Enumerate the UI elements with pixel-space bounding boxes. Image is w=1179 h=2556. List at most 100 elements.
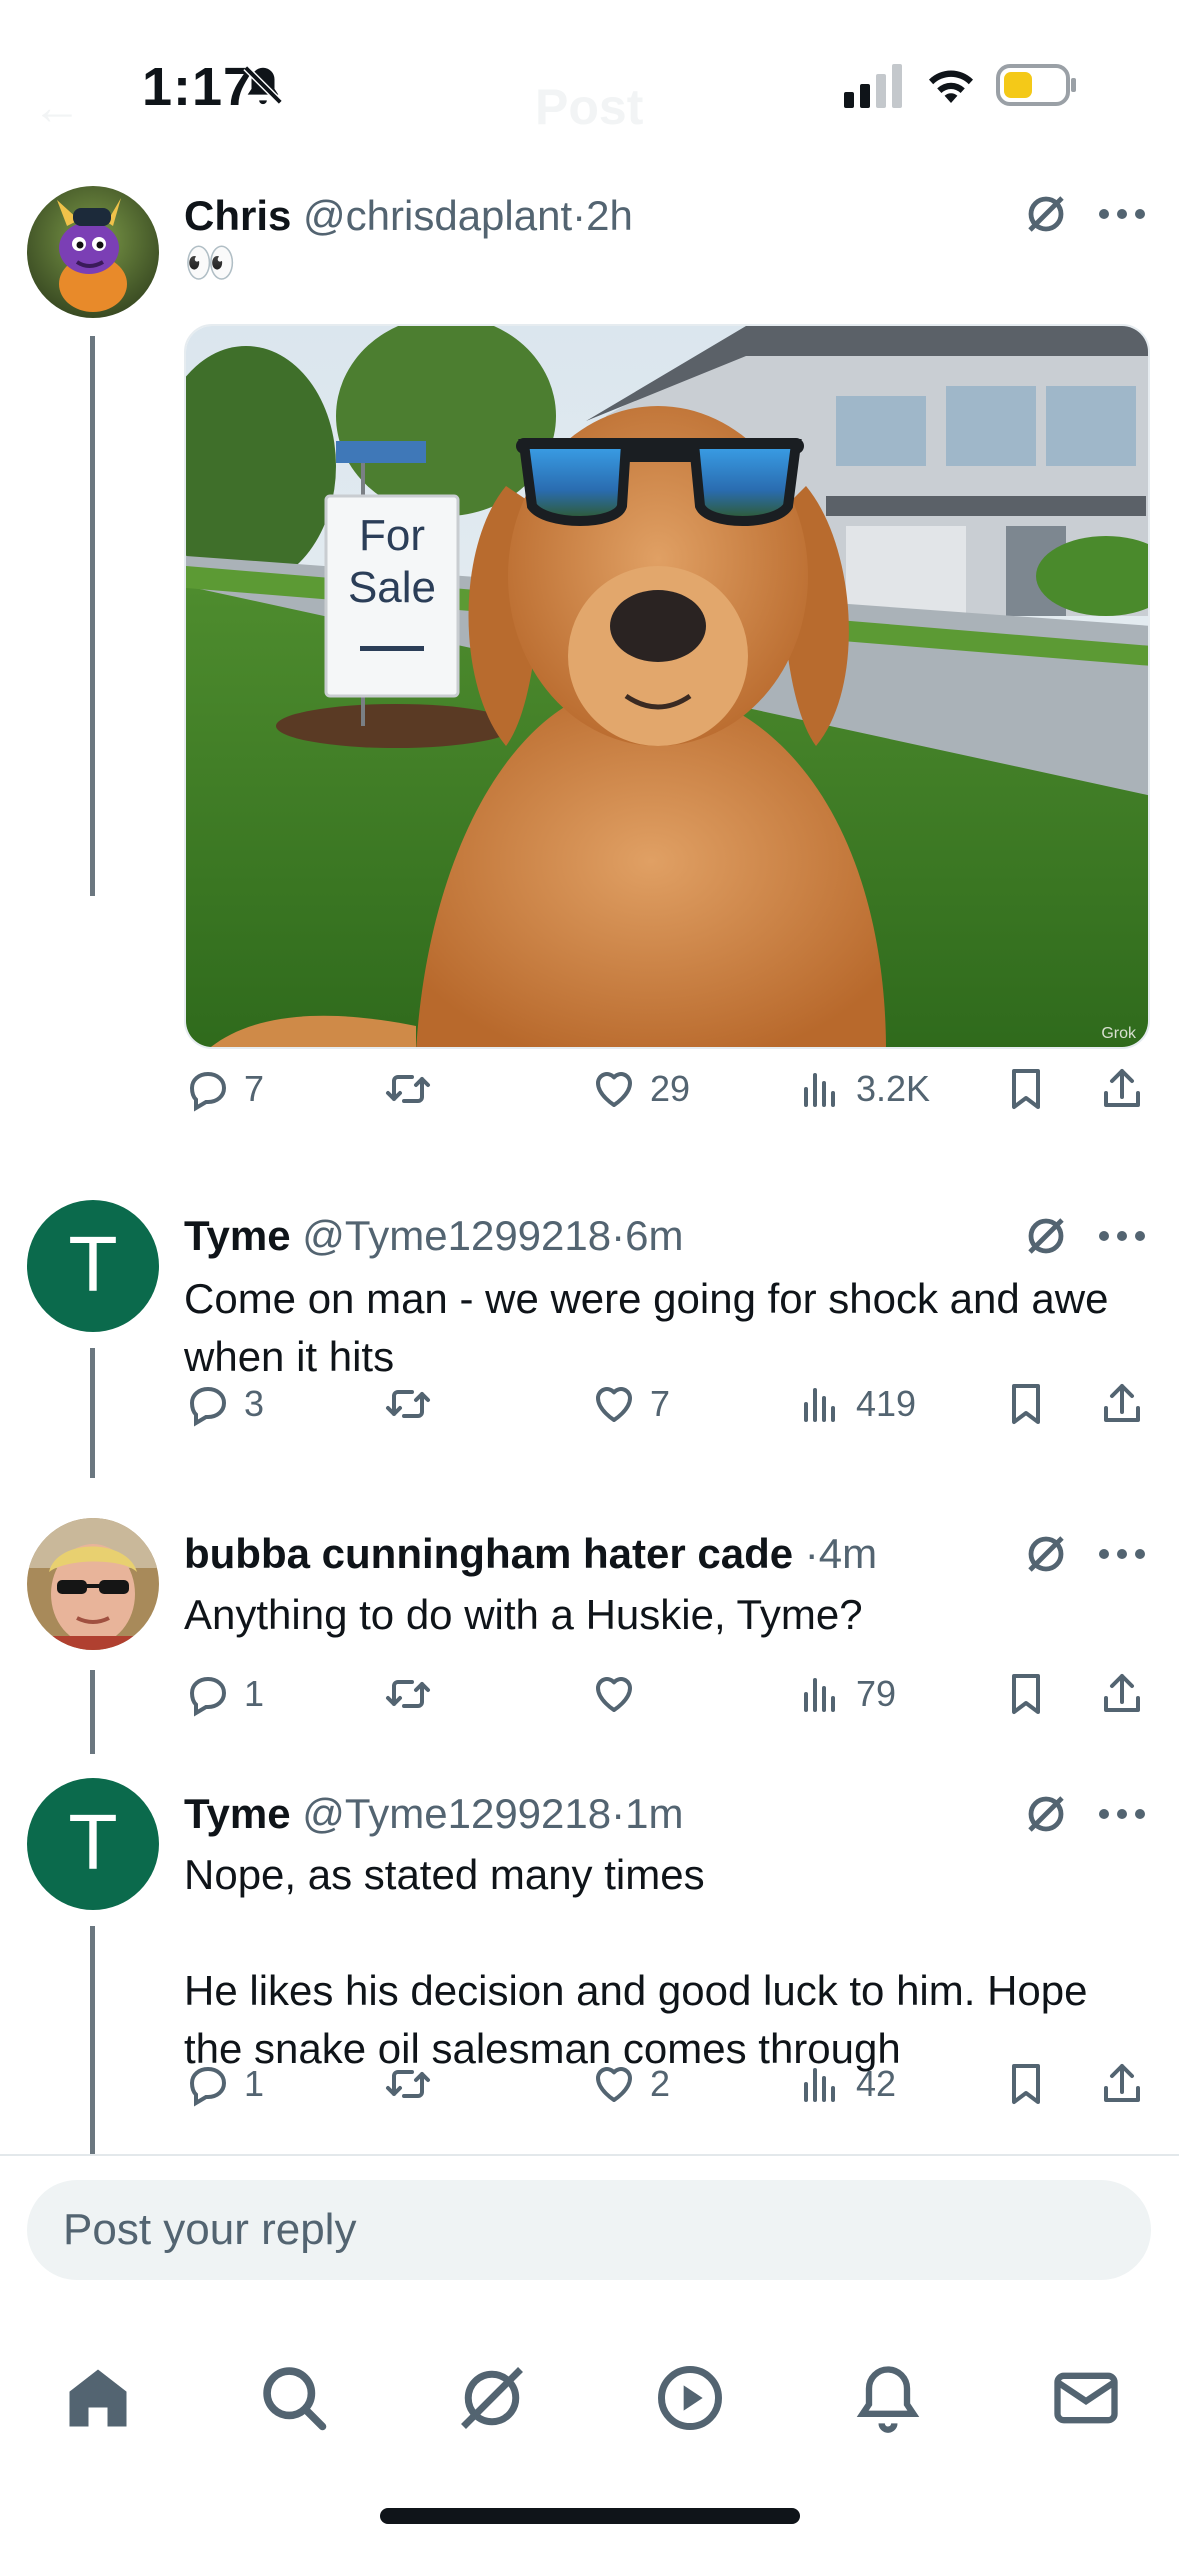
reply-button[interactable]: 7 <box>184 1059 264 1119</box>
heart-icon <box>596 1387 632 1422</box>
handle[interactable]: @Tyme1299218 <box>302 1790 611 1837</box>
repost-button[interactable] <box>384 2054 444 2114</box>
bookmark-button[interactable] <box>1002 1374 1050 1434</box>
views-button[interactable]: 42 <box>796 2054 896 2114</box>
bookmark-icon <box>1012 1069 1040 1109</box>
reply-icon <box>189 2066 227 2107</box>
post-text: Anything to do with a Huskie, Tyme? <box>184 1591 863 1638</box>
dog-sunglasses-image: For Sale Grok <box>186 326 1148 1047</box>
bubba-avatar-image <box>27 1518 159 1650</box>
reply-button[interactable]: 1 <box>184 2054 264 2114</box>
handle[interactable]: @chrisdaplant <box>303 192 572 239</box>
post-header: Tyme @Tyme1299218·6m <box>184 1212 683 1260</box>
like-button[interactable]: 29 <box>590 1059 690 1119</box>
timestamp[interactable]: 6m <box>625 1212 683 1259</box>
timestamp[interactable]: 2h <box>586 192 633 239</box>
avatar[interactable] <box>27 186 159 318</box>
timestamp[interactable]: 1m <box>625 1790 683 1837</box>
thread-connector-line <box>90 336 95 896</box>
share-button[interactable] <box>1098 1059 1146 1119</box>
share-button[interactable] <box>1098 1374 1146 1434</box>
view-count: 3.2K <box>856 1068 931 1109</box>
bookmark-button[interactable] <box>1002 1664 1050 1724</box>
avatar[interactable]: T <box>27 1200 159 1332</box>
post-media-image[interactable]: For Sale Grok <box>184 324 1150 1049</box>
display-name[interactable]: Tyme <box>184 1790 291 1837</box>
post-text: 👀 <box>184 239 237 286</box>
repost-icon <box>386 1390 430 1418</box>
more-options-icon[interactable] <box>1098 204 1146 224</box>
display-name[interactable]: Chris <box>184 192 291 239</box>
separator: · <box>804 1530 819 1577</box>
avatar[interactable]: T <box>27 1778 159 1910</box>
separator: · <box>572 192 587 239</box>
views-button[interactable]: 79 <box>796 1664 896 1724</box>
bookmark-icon <box>1012 1674 1040 1714</box>
grok-icon[interactable] <box>1022 1790 1070 1838</box>
avatar[interactable] <box>27 1518 159 1650</box>
reply-count: 3 <box>244 1383 265 1424</box>
repost-button[interactable] <box>384 1664 444 1724</box>
share-button[interactable] <box>1098 1664 1146 1724</box>
battery-low-power-icon <box>996 64 1076 106</box>
views-icon <box>804 2068 835 2102</box>
thread-connector-line <box>90 1670 95 1754</box>
more-options-icon[interactable] <box>1098 1544 1146 1564</box>
share-icon <box>1104 2064 1140 2102</box>
heart-icon <box>596 1072 632 1107</box>
like-count: 29 <box>650 1068 691 1109</box>
display-name[interactable]: Tyme <box>184 1212 291 1259</box>
bookmark-button[interactable] <box>1002 1059 1050 1119</box>
like-count: 2 <box>650 2063 671 2104</box>
bookmark-button[interactable] <box>1002 2054 1050 2114</box>
mail-icon[interactable] <box>1048 2360 1124 2436</box>
views-button[interactable]: 3.2K <box>796 1059 930 1119</box>
more-options-icon[interactable] <box>1098 1226 1146 1246</box>
sign-text-for: For <box>359 511 425 560</box>
grok-icon[interactable] <box>1022 1212 1070 1260</box>
reply-button[interactable]: 1 <box>184 1664 264 1724</box>
share-button[interactable] <box>1098 2054 1146 2114</box>
reply-input[interactable]: Post your reply <box>27 2180 1151 2280</box>
timestamp[interactable]: 4m <box>819 1530 877 1577</box>
sign-text-sale: Sale <box>348 563 436 612</box>
share-icon <box>1104 1384 1140 1422</box>
handle[interactable]: @Tyme1299218 <box>302 1212 611 1259</box>
bell-icon[interactable] <box>850 2360 926 2436</box>
reply-icon <box>189 1676 227 1717</box>
separator: · <box>611 1212 626 1259</box>
bookmark-icon <box>1012 1384 1040 1424</box>
reply-count: 1 <box>244 1673 265 1714</box>
like-button[interactable]: 2 <box>590 2054 670 2114</box>
like-button[interactable]: 7 <box>590 1374 670 1434</box>
reply-count: 7 <box>244 1068 265 1109</box>
view-count: 419 <box>856 1383 917 1424</box>
post-text: Come on man - we were going for shock an… <box>184 1275 1121 1380</box>
display-name[interactable]: bubba cunningham hater cade <box>184 1530 793 1577</box>
repost-button[interactable] <box>384 1059 444 1119</box>
bottom-tab-bar <box>0 2330 1179 2480</box>
home-icon[interactable] <box>60 2360 136 2436</box>
spyro-avatar-image <box>27 186 159 318</box>
views-button[interactable]: 419 <box>796 1374 916 1434</box>
play-icon[interactable] <box>652 2360 728 2436</box>
views-icon <box>804 1388 835 1422</box>
reply-button[interactable]: 3 <box>184 1374 264 1434</box>
heart-icon <box>596 2067 632 2102</box>
bell-slash-icon <box>243 65 283 105</box>
reply-divider <box>0 2154 1179 2156</box>
grok-icon[interactable] <box>1022 1530 1070 1578</box>
thread-connector-line <box>90 1926 95 2154</box>
grok-icon[interactable] <box>1022 190 1070 238</box>
view-count: 79 <box>856 1673 897 1714</box>
post-header: bubba cunningham hater cade ·4m <box>184 1530 877 1578</box>
search-icon[interactable] <box>256 2360 332 2436</box>
bookmark-icon <box>1012 2064 1040 2104</box>
repost-button[interactable] <box>384 1374 444 1434</box>
views-icon <box>804 1678 835 1712</box>
more-options-icon[interactable] <box>1098 1804 1146 1824</box>
status-bar: ← Post 1:17 <box>0 0 1179 170</box>
home-indicator <box>380 2508 800 2524</box>
like-button[interactable] <box>590 1664 650 1724</box>
grok-icon[interactable] <box>454 2360 530 2436</box>
